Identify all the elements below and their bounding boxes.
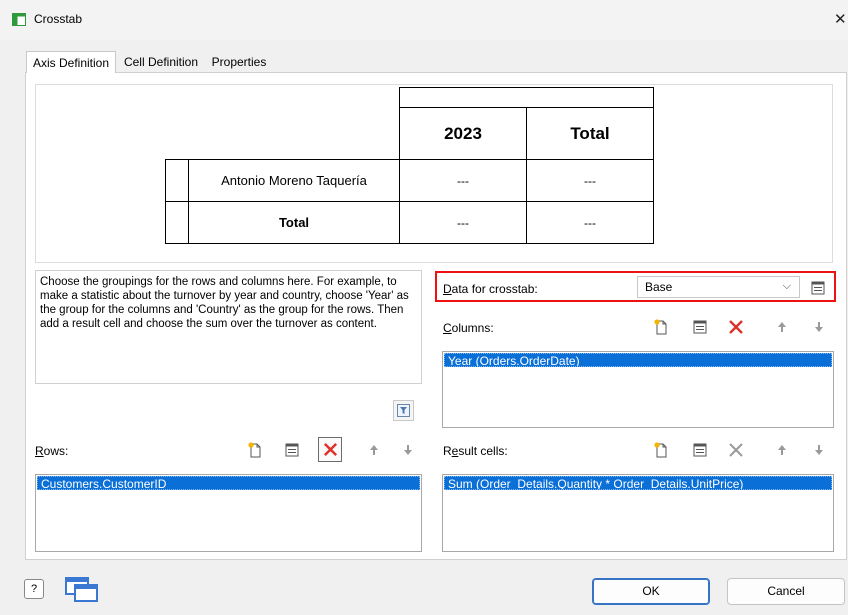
filter-icon (397, 404, 410, 417)
window-title: Crosstab (34, 12, 83, 26)
grid-line (165, 243, 654, 244)
help-description: Choose the groupings for the rows and co… (35, 270, 422, 384)
move-up-icon[interactable] (773, 318, 791, 336)
move-down-icon[interactable] (810, 441, 828, 459)
move-down-icon[interactable] (810, 318, 828, 336)
data-source-value: Base (645, 280, 673, 294)
total-row-label: Total (278, 215, 310, 230)
delete-icon (323, 442, 338, 457)
list-item[interactable]: Year (Orders.OrderDate) (444, 353, 832, 367)
rows-list[interactable]: Customers.CustomerID (35, 474, 422, 552)
row-group-label: Antonio Moreno Taquería (221, 173, 367, 188)
close-icon[interactable]: ✕ (834, 10, 847, 28)
chevron-down-icon: ⌵ (782, 280, 791, 292)
result-cells-label: Result cells: (443, 444, 508, 458)
delete-icon[interactable] (727, 318, 745, 336)
help-button[interactable]: ? (24, 579, 44, 599)
cell-placeholder: --- (584, 216, 596, 230)
delete-row-button[interactable] (318, 437, 342, 462)
ok-button[interactable]: OK (592, 578, 710, 605)
columns-label: Columns: (443, 321, 494, 335)
new-item-icon[interactable] (652, 318, 670, 336)
properties-icon[interactable] (691, 318, 709, 336)
cancel-button[interactable]: Cancel (727, 578, 845, 605)
cell-placeholder: --- (457, 216, 469, 230)
move-up-icon[interactable] (365, 441, 383, 459)
grid-line (165, 159, 654, 160)
windows-icon[interactable] (64, 576, 100, 603)
properties-icon[interactable] (283, 441, 301, 459)
help-icon: ? (30, 583, 38, 595)
filter-button[interactable] (393, 400, 414, 421)
grid-line (165, 201, 654, 202)
new-item-icon[interactable] (246, 441, 264, 459)
grid-line (399, 87, 654, 88)
cell-placeholder: --- (457, 174, 469, 188)
list-item[interactable]: Sum (Order_Details.Quantity * Order_Deta… (444, 476, 832, 490)
move-up-icon[interactable] (773, 441, 791, 459)
delete-icon[interactable] (727, 441, 745, 459)
data-source-select[interactable]: Base ⌵ (637, 276, 800, 298)
rows-label: Rows: (35, 444, 69, 458)
properties-icon[interactable] (809, 279, 827, 297)
total-column-header: Total (570, 124, 610, 143)
cell-placeholder: --- (584, 174, 596, 188)
tab-cell-definition[interactable]: Cell Definition (118, 51, 204, 72)
list-item[interactable]: Customers.CustomerID (37, 476, 420, 490)
grid-line (165, 159, 166, 244)
result-cells-list[interactable]: Sum (Order_Details.Quantity * Order_Deta… (442, 474, 834, 552)
properties-icon[interactable] (691, 441, 709, 459)
new-item-icon[interactable] (652, 441, 670, 459)
data-source-label: Data for crosstab: (443, 282, 538, 296)
year-column-header: 2023 (444, 124, 482, 143)
tab-axis-definition[interactable]: Axis Definition (26, 51, 116, 73)
grid-line (653, 87, 654, 244)
tab-properties[interactable]: Properties (204, 51, 274, 72)
move-down-icon[interactable] (399, 441, 417, 459)
columns-list[interactable]: Year (Orders.OrderDate) (442, 351, 834, 428)
grid-line (188, 159, 189, 244)
title-bar (0, 0, 848, 40)
crosstab-app-icon (12, 13, 26, 26)
